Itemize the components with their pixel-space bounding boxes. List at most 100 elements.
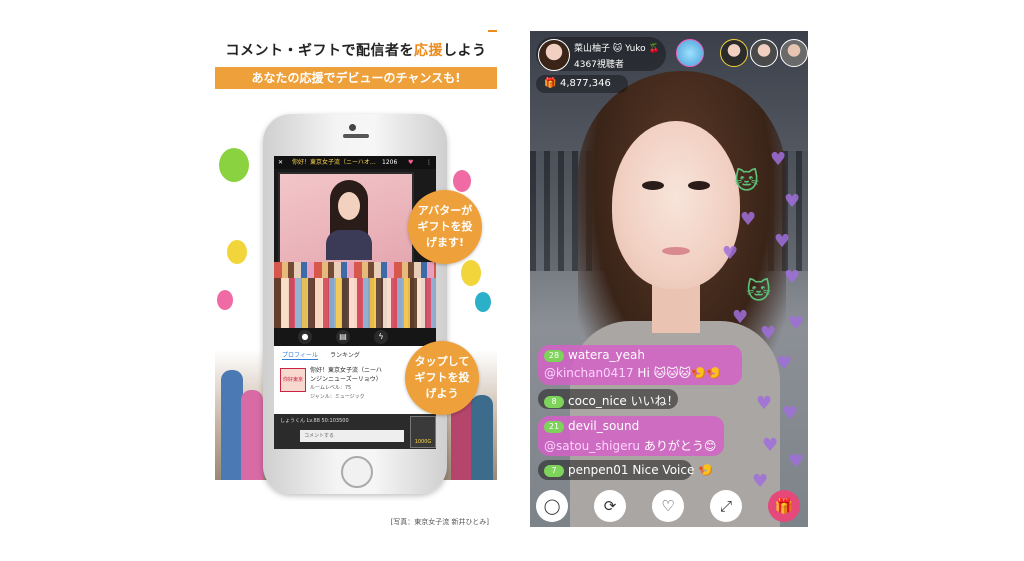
lightning-icon[interactable]: ϟ xyxy=(374,330,388,344)
photo-caption: [写真：東京女子流 新井ひとみ] xyxy=(390,518,489,526)
viewer-count: 4367視聴者 xyxy=(574,60,624,70)
level-badge: 8 xyxy=(544,395,564,408)
tab-ranking[interactable]: ランキング xyxy=(330,350,360,359)
chat-header: 28 watera_yeah xyxy=(544,348,645,362)
person-figure xyxy=(471,395,493,480)
avatar-audience-row xyxy=(274,278,436,328)
balloon-decoration xyxy=(475,292,491,312)
phone-speaker xyxy=(343,134,369,138)
viewer-avatar[interactable] xyxy=(676,39,704,67)
comment-input[interactable]: コメントする xyxy=(300,430,404,442)
viewer-avatar[interactable] xyxy=(720,39,748,67)
heart-icon: ♥ xyxy=(722,243,739,264)
heart-icon: ♥ xyxy=(756,393,773,414)
callout-avatar-gift-text: アバターがギフトを投げます! xyxy=(417,204,473,249)
chat-message: 7 penpen01 Nice Voice 🍤 xyxy=(538,460,713,480)
chat-text: ありがとう😊 xyxy=(643,439,717,453)
room-level: ルームレベル：75 xyxy=(310,385,352,391)
gift-button[interactable]: 1000G xyxy=(410,416,436,448)
gift-count: 1000G xyxy=(414,439,432,445)
level-badge: 7 xyxy=(544,464,564,477)
comment-icon[interactable]: ◯ xyxy=(536,490,568,522)
person-icon[interactable]: ● xyxy=(298,330,312,344)
person-figure xyxy=(221,370,243,480)
host-info[interactable]: 菜山柚子 🐱 Yuko 🍒 4367視聴者 xyxy=(536,37,666,71)
share-icon[interactable]: ⟳ xyxy=(594,490,626,522)
heart-icon: ♥ xyxy=(760,323,777,344)
promo-panel: コメント・ギフトで配信者を応援しよう あなたの応援でデビューのチャンスも! ✕ … xyxy=(215,30,497,530)
streamer-face xyxy=(338,192,360,220)
balloon-decoration xyxy=(217,290,233,310)
callout-tap-gift-text: タップしてギフトを投げよう xyxy=(414,355,470,400)
chat-header: 21 devil_sound xyxy=(544,419,639,433)
chat-mention[interactable]: @satou_shigeru xyxy=(544,439,640,453)
headline-emphasis: 応援 xyxy=(414,43,443,59)
chat-text: Hi 🐱🐱🐱🍤🍤 xyxy=(637,366,722,380)
promo-band: あなたの応援でデビューのチャンスも! xyxy=(215,67,497,89)
chat-user[interactable]: watera_yeah xyxy=(568,348,645,362)
person-figure xyxy=(241,390,263,480)
headline-suffix: しよう xyxy=(443,43,487,59)
heart-icon: ♥ xyxy=(752,471,769,492)
genre: ジャンル：ミュージック xyxy=(310,394,365,400)
chat-body: @satou_shigeru ありがとう😊 xyxy=(544,437,716,454)
callout-tap-gift: タップしてギフトを投げよう xyxy=(405,341,479,415)
gift-total-value: 4,877,346 xyxy=(560,78,611,89)
close-icon[interactable]: ✕ xyxy=(278,156,283,169)
stream-video[interactable] xyxy=(278,172,414,264)
heart-icon: ♥ xyxy=(774,231,791,252)
balloon-decoration xyxy=(461,260,481,286)
phone-screen: ✕ 你好！東京女子流（ニーハオ… 1206 ♥ ⋮ ● ▤ ϟ プロフィール ラ… xyxy=(274,156,436,449)
streamer-face xyxy=(612,121,740,289)
host-name: 菜山柚子 🐱 Yuko 🍒 xyxy=(574,44,660,54)
viewer-count: 1206 xyxy=(382,159,398,166)
screen-controls: ● ▤ ϟ xyxy=(274,328,436,346)
balloon-decoration xyxy=(453,170,471,192)
home-button xyxy=(341,456,373,488)
host-avatar[interactable] xyxy=(538,39,570,71)
heart-icon: ♥ xyxy=(740,209,757,230)
promo-headline: コメント・ギフトで配信者を応援しよう xyxy=(215,40,497,60)
viewer-avatar[interactable] xyxy=(780,39,808,67)
chat-user[interactable]: coco_nice xyxy=(568,394,627,408)
heart-icon: ♥ xyxy=(788,313,805,334)
streamer-eye xyxy=(642,181,664,190)
heart-icon[interactable]: ♥ xyxy=(408,156,413,169)
heart-icon: ♥ xyxy=(770,149,787,170)
heart-icon: ♥ xyxy=(784,191,801,212)
chat-header: 7 penpen01 Nice Voice 🍤 xyxy=(544,463,713,477)
heart-icon: ♥ xyxy=(732,307,749,328)
heart-icon: ♥ xyxy=(788,451,805,472)
viewer-avatar[interactable] xyxy=(750,39,778,67)
heart-icon: ♥ xyxy=(782,403,799,424)
cat-sticker-icon: 🐱 xyxy=(734,167,760,195)
heart-icon: ♥ xyxy=(776,353,793,374)
document-icon[interactable]: ▤ xyxy=(336,330,350,344)
fullscreen-icon[interactable]: ⤢ xyxy=(710,490,742,522)
streamer-eye xyxy=(688,181,710,190)
chat-mention[interactable]: @kinchan0417 xyxy=(544,366,634,380)
level-badge: 28 xyxy=(544,349,564,362)
heart-icon: ♥ xyxy=(784,267,801,288)
headline-prefix: コメント・ギフトで配信者を xyxy=(225,43,414,59)
tab-profile[interactable]: プロフィール xyxy=(282,350,318,360)
phone-camera xyxy=(349,124,356,131)
chat-body: @kinchan0417 Hi 🐱🐱🐱🍤🍤 xyxy=(544,366,721,380)
like-icon[interactable]: ♡ xyxy=(652,490,684,522)
chat-user[interactable]: devil_sound xyxy=(568,419,639,433)
more-icon[interactable]: ⋮ xyxy=(426,156,432,169)
phone-mockup: ✕ 你好！東京女子流（ニーハオ… 1206 ♥ ⋮ ● ▤ ϟ プロフィール ラ… xyxy=(263,114,447,494)
group-logo: 你好東京 xyxy=(280,368,306,392)
chat-user[interactable]: penpen01 xyxy=(568,463,628,477)
chat-text: Nice Voice 🍤 xyxy=(632,463,714,477)
balloon-decoration xyxy=(219,148,249,182)
screen-top-bar: ✕ 你好！東京女子流（ニーハオ… 1206 ♥ ⋮ xyxy=(274,156,436,169)
gift-icon[interactable]: 🎁 xyxy=(768,490,800,522)
screen-bottom-bar: しょうくん Lv.88 50:103500 コメントする 1000G xyxy=(274,414,436,449)
streamer-lips xyxy=(662,247,690,255)
level-badge: 21 xyxy=(544,420,564,433)
chat-message: 28 watera_yeah @kinchan0417 Hi 🐱🐱🐱🍤🍤 xyxy=(538,345,742,385)
chat-text: いいね！ xyxy=(630,394,679,408)
streamer-body xyxy=(326,230,372,260)
chat-header: 8 coco_nice いいね！ xyxy=(544,392,679,409)
